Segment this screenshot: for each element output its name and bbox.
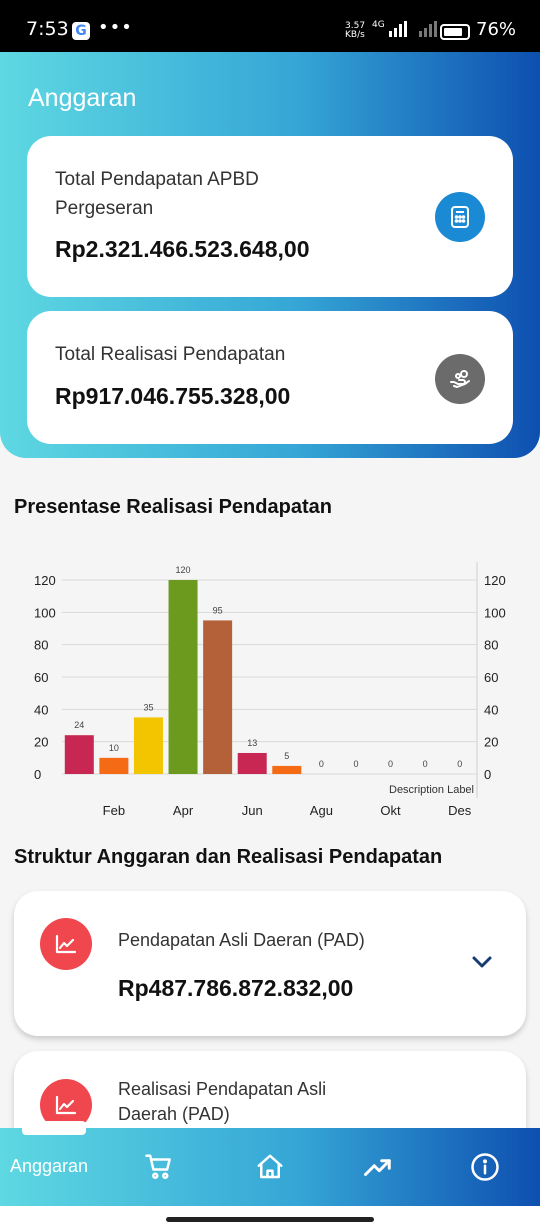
x-tick-label: Des [448, 803, 472, 818]
google-icon: G [72, 22, 90, 40]
nav-item-anggaran[interactable]: Anggaran [0, 1128, 100, 1206]
home-icon [257, 1154, 283, 1179]
more-notifications-icon: ••• [98, 17, 133, 38]
chevron-down-icon[interactable] [470, 953, 494, 973]
data-label: 95 [213, 605, 223, 615]
data-label: 120 [176, 565, 191, 575]
x-tick-label: Feb [103, 803, 125, 818]
bar-mei [203, 620, 233, 774]
x-tick-label: Okt [380, 803, 401, 818]
card-label: Total Pendapatan APBD Pergeseran [55, 169, 259, 219]
data-label: 5 [284, 751, 289, 761]
signal-icon: 4G [372, 20, 447, 38]
bar-feb [99, 757, 129, 774]
y-tick-label-right: 120 [484, 573, 506, 588]
network-speed-unit: KB/s [345, 30, 365, 40]
y-tick-label-right: 0 [484, 767, 491, 782]
pad-value: Rp487.786.872.832,00 [118, 975, 354, 1001]
hero-header: Anggaran Total Pendapatan APBD Pergesera… [0, 52, 540, 458]
x-tick-label: Jun [242, 803, 263, 818]
hand-coins-icon [435, 354, 485, 404]
data-label: 0 [319, 759, 324, 769]
bar-mar [133, 717, 163, 774]
data-label: 24 [74, 720, 84, 730]
nav-item-home[interactable] [240, 1128, 300, 1206]
network-type: 4G [372, 20, 385, 30]
pad-card[interactable]: Pendapatan Asli Daeran (PAD) Rp487.786.8… [14, 891, 526, 1036]
status-bar: 7:53 G ••• 3.57 KB/s 4G 76% [0, 0, 540, 52]
data-label: 0 [457, 759, 462, 769]
y-tick-label-right: 20 [484, 735, 498, 750]
bar-jun [237, 752, 267, 774]
data-label: 35 [143, 702, 153, 712]
total-realisasi-card: Total Realisasi Pendapatan Rp917.046.755… [27, 311, 513, 444]
active-tab-indicator [22, 1121, 86, 1135]
data-label: 0 [353, 759, 358, 769]
data-label: 10 [109, 743, 119, 753]
total-pendapatan-card: Total Pendapatan APBD Pergeseran Rp2.321… [27, 136, 513, 297]
battery-icon [440, 24, 470, 40]
card-label: Total Realisasi Pendapatan [55, 344, 286, 365]
nav-label-anggaran: Anggaran [10, 1156, 89, 1176]
bar-jul [272, 765, 302, 774]
page-title: Anggaran [28, 84, 137, 112]
description-label: Description Label [389, 784, 474, 796]
home-indicator[interactable] [166, 1217, 374, 1222]
battery-level: 76% [476, 19, 517, 40]
y-tick-label-left: 100 [34, 605, 56, 620]
y-tick-label-left: 20 [34, 735, 48, 750]
y-tick-label-right: 40 [484, 702, 498, 717]
bar-jan [64, 735, 94, 774]
x-tick-label: Apr [173, 803, 194, 818]
pad-label: Pendapatan Asli Daeran (PAD) [118, 930, 365, 950]
network-speed: 3.57 KB/s [345, 22, 365, 40]
y-tick-label-right: 60 [484, 670, 498, 685]
nav-item-info[interactable] [456, 1128, 516, 1206]
y-tick-label-left: 60 [34, 670, 48, 685]
y-tick-label-left: 40 [34, 702, 48, 717]
cart-icon [145, 1154, 171, 1179]
info-icon [471, 1153, 499, 1181]
y-tick-label-left: 80 [34, 638, 48, 653]
bar-chart: 0 0 20 20 40 40 60 60 80 80 100 100 120 120 24 10 35 120 9… [34, 562, 506, 818]
nav-item-trending[interactable] [348, 1128, 408, 1206]
data-label: 13 [247, 738, 257, 748]
card-value: Rp2.321.466.523.648,00 [55, 236, 310, 262]
x-tick-label: Agu [310, 803, 333, 818]
realisasi-pad-label: Realisasi Pendapatan Asli Daerah (PAD) [118, 1079, 327, 1124]
calculator-icon [435, 192, 485, 242]
trending-up-icon [364, 1159, 391, 1176]
bar-apr [168, 580, 198, 774]
status-time: 7:53 [26, 18, 69, 40]
nav-item-cart[interactable] [130, 1128, 190, 1206]
card-value: Rp917.046.755.328,00 [55, 383, 291, 409]
data-label: 0 [388, 759, 393, 769]
data-label: 0 [423, 759, 428, 769]
chart-section-title: Presentase Realisasi Pendapatan [14, 496, 332, 518]
y-tick-label-right: 80 [484, 638, 498, 653]
y-tick-label-right: 100 [484, 605, 506, 620]
y-tick-label-left: 0 [34, 767, 41, 782]
trending-up-icon [40, 918, 92, 970]
bottom-navigation: Anggaran [0, 1128, 540, 1206]
structure-section-title: Struktur Anggaran dan Realisasi Pendapat… [14, 846, 443, 868]
y-tick-label-left: 120 [34, 573, 56, 588]
